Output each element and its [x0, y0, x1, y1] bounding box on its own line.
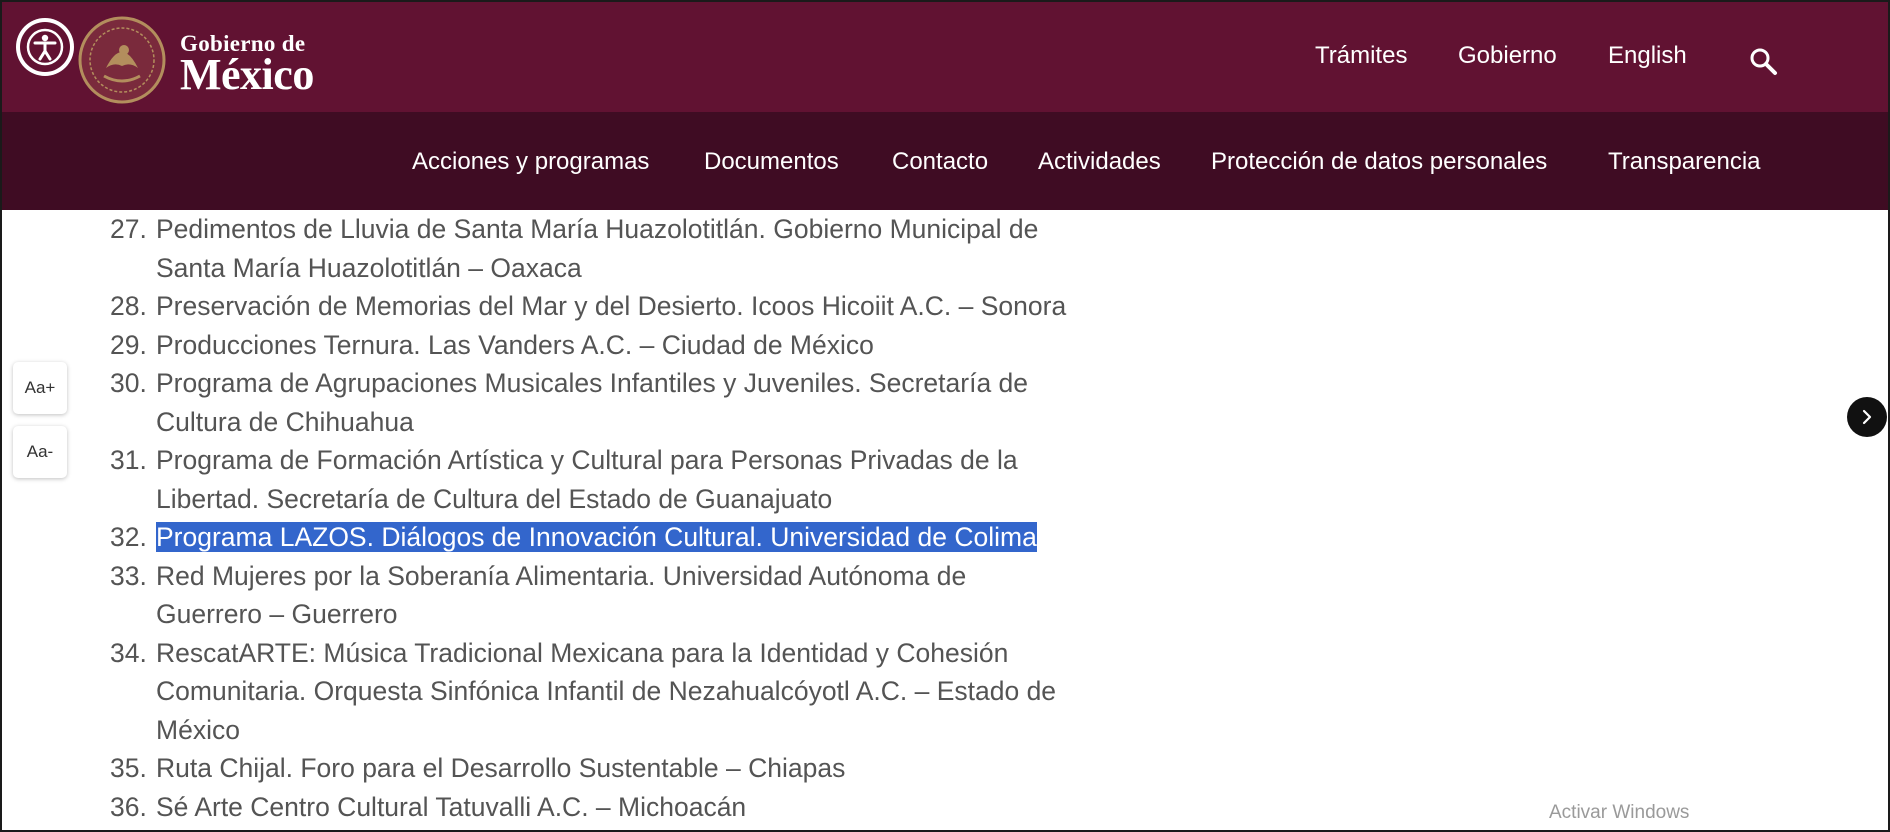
subnav-acciones[interactable]: Acciones y programas — [412, 148, 649, 176]
list-item: 34. RescatARTE: Música Tradicional Mexica… — [110, 634, 1070, 750]
list-item-number: 28. — [110, 291, 147, 321]
search-icon[interactable] — [1748, 46, 1778, 76]
list-item-number: 27. — [110, 214, 147, 244]
list-item: 29. Producciones Ternura. Las Vanders A.C… — [110, 326, 1070, 365]
list-item-text: Programa de Formación Artística y Cultur… — [156, 445, 1018, 514]
carousel-next-button[interactable] — [1847, 397, 1887, 437]
list-item-text: Pedimentos de Lluvia de Santa María Huaz… — [156, 214, 1039, 283]
font-decrease-button[interactable]: Aa- — [13, 426, 67, 478]
selected-text[interactable]: Programa LAZOS. Diálogos de Innovación C… — [156, 522, 1037, 552]
list-item: 28. Preservación de Memorias del Mar y de… — [110, 287, 1070, 326]
chevron-right-icon — [1862, 409, 1872, 425]
subnav-contacto[interactable]: Contacto — [892, 148, 988, 176]
nav-english[interactable]: English — [1608, 42, 1687, 70]
list-item-text: Producciones Ternura. Las Vanders A.C. –… — [156, 329, 874, 360]
list-item-number: 31. — [110, 445, 147, 475]
list-item-text: Ruta Chijal. Foro para el Desarrollo Sus… — [156, 753, 846, 783]
list-item: 36. Sé Arte Centro Cultural Tatuvalli A.C… — [110, 788, 1070, 827]
list-item: 31. Programa de Formación Artística y Cul… — [110, 441, 1070, 518]
list-item: 27. Pedimentos de Lluvia de Santa María H… — [110, 210, 1070, 287]
nav-tramites[interactable]: Trámites — [1315, 42, 1407, 70]
list-item-number: 35. — [110, 753, 147, 783]
list-item: 33. Red Mujeres por la Soberanía Alimenta… — [110, 557, 1070, 634]
list-item-number: 33. — [110, 560, 147, 591]
numbered-list: 27. Pedimentos de Lluvia de Santa María H… — [110, 210, 1070, 826]
nav-gobierno[interactable]: Gobierno — [1458, 42, 1557, 70]
list-item-text: Preservación de Memorias del Mar y del D… — [156, 291, 1067, 321]
top-nav: Trámites Gobierno English — [2, 42, 1888, 76]
windows-activation-watermark: Activar Windows — [1549, 802, 1690, 823]
list-item-number: 30. — [110, 368, 147, 398]
top-header: Gobierno de México Trámites Gobierno Eng… — [2, 2, 1888, 112]
list-item-number: 36. — [110, 791, 147, 822]
list-item-text: RescatARTE: Música Tradicional Mexicana … — [156, 637, 1057, 745]
subnav-actividades[interactable]: Actividades — [1038, 148, 1161, 176]
list-item-text: Red Mujeres por la Soberanía Alimentaria… — [156, 560, 967, 630]
list-item: 35. Ruta Chijal. Foro para el Desarrollo … — [110, 749, 1070, 788]
font-increase-button[interactable]: Aa+ — [13, 362, 67, 414]
subnav-proteccion-datos[interactable]: Protección de datos personales — [1211, 148, 1547, 176]
list-item: 30. Programa de Agrupaciones Musicales In… — [110, 364, 1070, 441]
list-item-number: 34. — [110, 637, 147, 668]
list-item-number: 32. — [110, 522, 147, 552]
main-content: 27. Pedimentos de Lluvia de Santa María H… — [2, 210, 1888, 830]
list-item-selected: 32. Programa LAZOS. Diálogos de Innovació… — [110, 518, 1070, 557]
subnav-transparencia[interactable]: Transparencia — [1608, 148, 1761, 176]
list-item-text: Sé Arte Centro Cultural Tatuvalli A.C. –… — [156, 791, 747, 822]
list-item-text: Programa de Agrupaciones Musicales Infan… — [156, 368, 1029, 437]
list-item-number: 29. — [110, 329, 147, 360]
sub-nav: Acciones y programas Documentos Contacto… — [2, 112, 1888, 210]
subnav-documentos[interactable]: Documentos — [704, 148, 839, 176]
